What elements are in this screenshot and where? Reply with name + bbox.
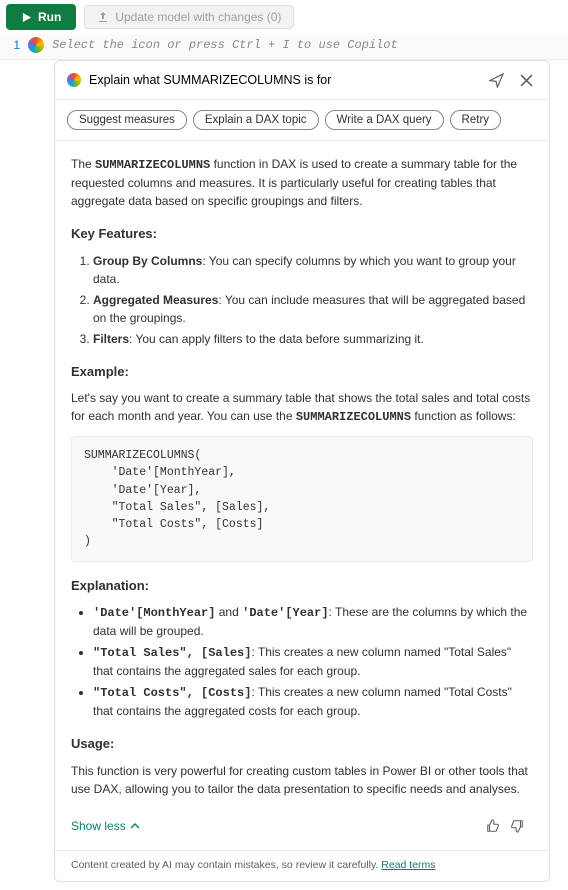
play-icon <box>21 12 32 23</box>
features-list: Group By Columns: You can specify column… <box>93 252 533 348</box>
close-button[interactable] <box>515 69 537 91</box>
list-item: 'Date'[MonthYear] and 'Date'[Year]: Thes… <box>93 603 533 640</box>
chip-retry[interactable]: Retry <box>450 110 501 130</box>
suggestion-chips: Suggest measures Explain a DAX topic Wri… <box>55 100 549 136</box>
usage-heading: Usage: <box>71 734 533 754</box>
thumbs-up-button[interactable] <box>481 814 505 838</box>
thumbs-up-icon <box>486 819 500 833</box>
code-block: SUMMARIZECOLUMNS( 'Date'[MonthYear], 'Da… <box>71 436 533 562</box>
intro-paragraph: The SUMMARIZECOLUMNS function in DAX is … <box>71 155 533 210</box>
read-terms-link[interactable]: Read terms <box>381 859 435 871</box>
copilot-icon <box>67 73 81 87</box>
response-footer: Show less <box>71 806 533 840</box>
line-number: 1 <box>8 38 20 52</box>
editor-row[interactable]: 1 Select the icon or press Ctrl + I to u… <box>0 34 568 60</box>
explanation-list: 'Date'[MonthYear] and 'Date'[Year]: Thes… <box>93 603 533 720</box>
send-button[interactable] <box>485 69 507 91</box>
thumbs-down-button[interactable] <box>505 814 529 838</box>
features-heading: Key Features: <box>71 224 533 244</box>
usage-text: This function is very powerful for creat… <box>71 762 533 798</box>
list-item: Filters: You can apply filters to the da… <box>93 330 533 348</box>
ai-disclaimer: Content created by AI may contain mistak… <box>55 850 549 881</box>
editor-placeholder: Select the icon or press Ctrl + I to use… <box>52 38 398 52</box>
copilot-panel: Suggest measures Explain a DAX topic Wri… <box>54 60 550 882</box>
run-label: Run <box>38 10 61 24</box>
chip-write-dax-query[interactable]: Write a DAX query <box>325 110 444 130</box>
upload-icon <box>97 11 109 23</box>
show-less-toggle[interactable]: Show less <box>71 817 140 835</box>
copilot-icon[interactable] <box>28 37 44 53</box>
panel-header <box>55 61 549 100</box>
top-toolbar: Run Update model with changes (0) <box>0 0 568 34</box>
chevron-up-icon <box>130 821 140 831</box>
close-icon <box>520 74 533 87</box>
update-label: Update model with changes (0) <box>115 10 281 24</box>
list-item: "Total Costs", [Costs]: This creates a n… <box>93 683 533 720</box>
prompt-input[interactable] <box>89 73 477 87</box>
update-model-button: Update model with changes (0) <box>84 5 294 29</box>
list-item: "Total Sales", [Sales]: This creates a n… <box>93 643 533 680</box>
thumbs-down-icon <box>510 819 524 833</box>
example-intro: Let's say you want to create a summary t… <box>71 389 533 426</box>
example-heading: Example: <box>71 362 533 382</box>
explanation-heading: Explanation: <box>71 576 533 596</box>
chip-explain-dax-topic[interactable]: Explain a DAX topic <box>193 110 319 130</box>
send-icon <box>489 73 504 88</box>
list-item: Group By Columns: You can specify column… <box>93 252 533 288</box>
chip-suggest-measures[interactable]: Suggest measures <box>67 110 187 130</box>
list-item: Aggregated Measures: You can include mea… <box>93 291 533 327</box>
response-content: The SUMMARIZECOLUMNS function in DAX is … <box>55 140 549 850</box>
run-button[interactable]: Run <box>6 4 76 30</box>
